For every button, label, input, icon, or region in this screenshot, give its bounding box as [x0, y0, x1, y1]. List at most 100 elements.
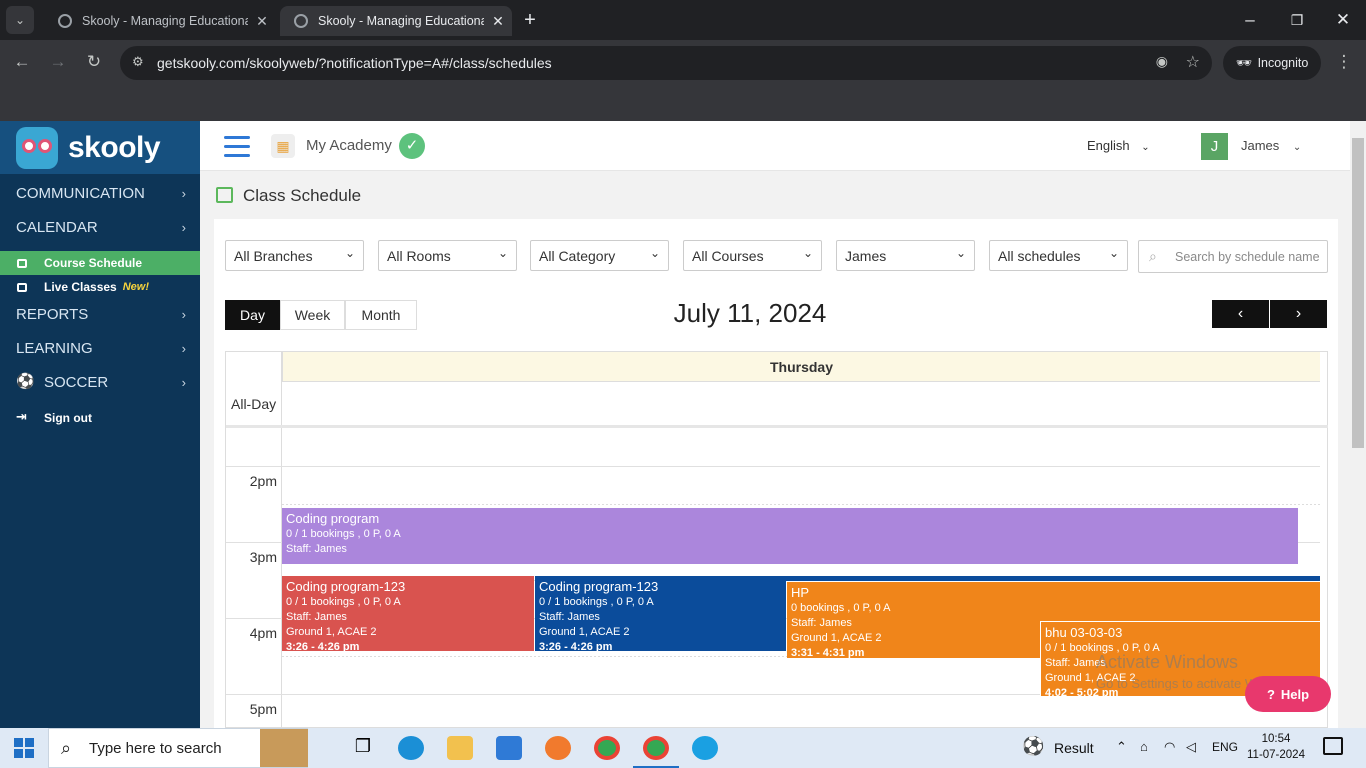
- view-day-button[interactable]: Day: [225, 300, 280, 330]
- meet-icon[interactable]: ⌂: [1140, 739, 1148, 754]
- schedule-search-input[interactable]: ⌕ Search by schedule name: [1138, 240, 1328, 273]
- schedule-filter[interactable]: All schedules ⌄: [989, 240, 1128, 271]
- staff-filter[interactable]: James ⌄: [836, 240, 975, 271]
- skype-icon[interactable]: [692, 736, 718, 760]
- globe-icon: [58, 14, 72, 28]
- search-icon: ⌕: [1149, 248, 1157, 264]
- language-selector[interactable]: English ⌄: [1087, 138, 1150, 153]
- input-language[interactable]: ENG: [1212, 740, 1238, 754]
- schedule-event-coding-program[interactable]: Coding program 0 / 1 bookings , 0 P, 0 A…: [282, 508, 1298, 564]
- scrollbar-thumb[interactable]: [1352, 138, 1364, 448]
- schedule-event-coding-program-123[interactable]: Coding program-123 0 / 1 bookings , 0 P,…: [282, 576, 534, 651]
- chevron-down-icon: ⌄: [649, 246, 660, 260]
- chevron-down-icon: ⌄: [1292, 142, 1302, 153]
- calendar-icon: [17, 258, 27, 268]
- avatar[interactable]: J: [1201, 133, 1228, 160]
- allday-divider: [226, 425, 1328, 428]
- school-icon: ▦: [271, 134, 295, 158]
- firefox-icon[interactable]: [545, 736, 571, 760]
- close-icon[interactable]: ✕: [484, 13, 512, 30]
- chevron-right-icon: ›: [181, 340, 186, 356]
- sidebar-item-live-classes[interactable]: Live Classes New!: [0, 275, 200, 299]
- browser-tab-2[interactable]: Skooly - Managing Educational ✕: [280, 6, 512, 36]
- sidebar-item-sign-out[interactable]: ⇥ Sign out: [0, 406, 200, 430]
- volume-icon[interactable]: ◁: [1186, 739, 1196, 755]
- sidebar-item-learning[interactable]: LEARNING ›: [0, 335, 200, 361]
- task-view-icon[interactable]: ❐: [350, 736, 376, 760]
- hour-line: [226, 466, 1320, 467]
- chrome-profile-icon[interactable]: [643, 736, 669, 760]
- site-info-icon[interactable]: ⚙: [132, 54, 144, 70]
- weather-icon[interactable]: ⚽: [1022, 736, 1044, 757]
- category-filter[interactable]: All Category ⌄: [530, 240, 669, 271]
- address-bar[interactable]: ⚙ getskooly.com/skoolyweb/?notificationT…: [120, 46, 1212, 80]
- allday-label: All-Day: [231, 396, 277, 412]
- incognito-badge[interactable]: 🕶 Incognito: [1223, 46, 1321, 80]
- sidebar-item-reports[interactable]: REPORTS ›: [0, 301, 200, 327]
- sidebar-item-soccer[interactable]: ⚽ SOCCER ›: [0, 369, 200, 395]
- bookmark-bar: [0, 85, 1366, 121]
- schedule-event-coding-program-123[interactable]: Coding program-123 0 / 1 bookings , 0 P,…: [535, 576, 786, 651]
- search-icon: ⌕: [61, 738, 72, 758]
- chevron-down-icon: ⌄: [955, 246, 966, 260]
- window-close-button[interactable]: ✕: [1329, 6, 1357, 34]
- menu-button[interactable]: ⋮: [1330, 48, 1358, 76]
- calendar-icon: [216, 187, 233, 203]
- back-button[interactable]: ←: [8, 48, 36, 76]
- wifi-icon[interactable]: ◠: [1164, 739, 1175, 755]
- mail-icon[interactable]: [496, 736, 522, 760]
- chevron-right-icon: ›: [1295, 305, 1302, 322]
- restore-button[interactable]: ❐: [1283, 6, 1311, 34]
- system-clock[interactable]: 10:54 11-07-2024: [1245, 731, 1307, 763]
- chevron-left-icon: ‹: [1237, 305, 1244, 322]
- time-label-5pm: 5pm: [249, 701, 277, 717]
- weather-text[interactable]: Result: [1054, 740, 1094, 756]
- room-filter[interactable]: All Rooms ⌄: [378, 240, 517, 271]
- prev-day-button[interactable]: ‹: [1212, 300, 1269, 328]
- next-day-button[interactable]: ›: [1270, 300, 1327, 328]
- edge-icon[interactable]: [398, 736, 424, 760]
- close-icon[interactable]: ✕: [248, 13, 276, 30]
- check-icon: ✓: [399, 133, 425, 159]
- sidebar-item-communication[interactable]: COMMUNICATION ›: [0, 180, 200, 206]
- view-week-button[interactable]: Week: [280, 300, 345, 330]
- forward-button[interactable]: →: [44, 48, 72, 76]
- globe-icon: [294, 14, 308, 28]
- file-explorer-icon[interactable]: [447, 736, 473, 760]
- chevron-up-icon[interactable]: ⌃: [1116, 739, 1127, 755]
- user-menu[interactable]: James ⌄: [1241, 138, 1301, 153]
- chevron-right-icon: ›: [181, 185, 186, 201]
- chevron-down-icon: ⌄: [497, 246, 508, 260]
- minimize-button[interactable]: –: [1236, 6, 1264, 34]
- help-button[interactable]: ? Help: [1245, 676, 1331, 712]
- owl-logo-icon: [16, 126, 58, 169]
- activation-watermark-title: Activate Windows: [1096, 652, 1239, 672]
- course-filter[interactable]: All Courses ⌄: [683, 240, 822, 271]
- chevron-right-icon: ›: [181, 306, 186, 322]
- hamburger-menu-icon[interactable]: [224, 136, 250, 158]
- notification-icon[interactable]: [1323, 737, 1343, 755]
- view-month-button[interactable]: Month: [345, 300, 417, 330]
- star-icon[interactable]: ☆: [1186, 52, 1200, 72]
- chevron-down-icon: ⌄: [1108, 246, 1119, 260]
- eye-off-icon[interactable]: ◉: [1156, 53, 1168, 70]
- day-header: Thursday: [282, 352, 1320, 382]
- chrome-icon[interactable]: [594, 736, 620, 760]
- branch-filter[interactable]: All Branches ⌄: [225, 240, 364, 271]
- reload-button[interactable]: ↻: [80, 48, 108, 76]
- browser-tab-1[interactable]: Skooly - Managing Educational ✕: [44, 6, 276, 36]
- time-label-4pm: 4pm: [249, 625, 277, 641]
- chevron-down-icon: ⌄: [802, 246, 813, 260]
- logo[interactable]: skooly: [0, 121, 200, 174]
- help-icon: ?: [1266, 686, 1275, 702]
- tab-search-button[interactable]: ⌄: [6, 6, 34, 34]
- search-highlight-image: [260, 729, 308, 767]
- sidebar-item-calendar[interactable]: CALENDAR ›: [0, 214, 200, 240]
- new-tab-button[interactable]: +: [516, 6, 544, 34]
- half-hour-line: [282, 504, 1320, 505]
- chevron-right-icon: ›: [181, 219, 186, 235]
- sidebar-item-course-schedule[interactable]: Course Schedule: [0, 251, 200, 275]
- windows-start-icon[interactable]: [14, 738, 34, 758]
- soccer-ball-icon: ⚽: [16, 373, 35, 390]
- academy-name[interactable]: My Academy: [306, 137, 392, 154]
